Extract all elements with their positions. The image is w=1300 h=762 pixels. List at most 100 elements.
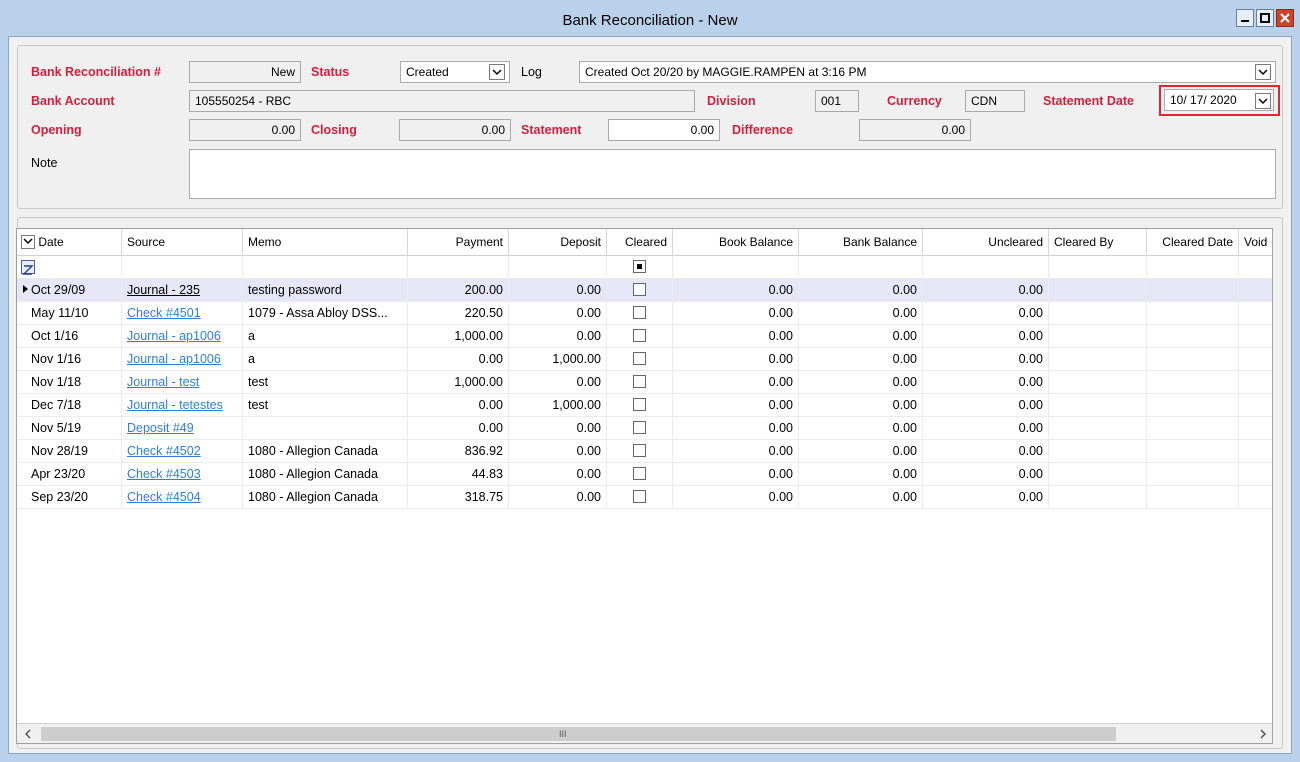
cell-cleared[interactable]	[607, 279, 673, 302]
scroll-left-arrow[interactable]	[20, 726, 36, 742]
cell-cleared[interactable]	[607, 463, 673, 486]
column-header-bank-balance[interactable]: Bank Balance	[799, 229, 923, 256]
cleared-checkbox[interactable]	[633, 467, 646, 481]
column-header-source[interactable]: Source	[122, 229, 243, 256]
table-row[interactable]: Oct 29/09 Journal - 235 testing password 20…	[17, 279, 1272, 302]
column-chooser-icon[interactable]	[21, 234, 35, 249]
table-row[interactable]: Oct 1/16 Journal - ap1006 a 1,000.00 0.00 0.0…	[17, 325, 1272, 348]
chevron-left-icon	[25, 729, 31, 739]
column-header-deposit[interactable]: Deposit	[509, 229, 607, 256]
cell-cleared-by	[1049, 394, 1147, 417]
grid-header: Date Source Memo Payment Deposit Cleared…	[17, 229, 1272, 256]
cell-book-balance: 0.00	[673, 463, 799, 486]
source-link[interactable]: Journal - ap1006	[127, 352, 221, 366]
column-header-cleared-by[interactable]: Cleared By	[1049, 229, 1147, 256]
cell-uncleared: 0.00	[923, 417, 1049, 440]
cell-cleared[interactable]	[607, 348, 673, 371]
filter-cell-bank-balance[interactable]	[799, 256, 923, 279]
filter-icon[interactable]	[21, 259, 35, 275]
cell-deposit: 1,000.00	[509, 394, 607, 417]
cell-cleared[interactable]	[607, 417, 673, 440]
cell-cleared[interactable]	[607, 302, 673, 325]
cleared-checkbox[interactable]	[633, 329, 646, 343]
cleared-checkbox[interactable]	[633, 398, 646, 412]
date-value: Dec 7/18	[31, 398, 82, 412]
date-value: May 11/10	[31, 306, 89, 320]
cell-cleared[interactable]	[607, 486, 673, 509]
cleared-checkbox[interactable]	[633, 421, 646, 435]
table-row[interactable]: Nov 28/19 Check #4502 1080 - Allegion Cana…	[17, 440, 1272, 463]
cleared-checkbox[interactable]	[633, 444, 646, 458]
filter-cell-cleared-by[interactable]	[1049, 256, 1147, 279]
source-link[interactable]: Journal - ap1006	[127, 329, 221, 343]
note-textarea[interactable]	[189, 149, 1276, 199]
maximize-button[interactable]	[1256, 9, 1274, 27]
filter-cell-cleared[interactable]	[607, 256, 673, 279]
table-row[interactable]: Nov 1/18 Journal - test test 1,000.00 0.00 0.…	[17, 371, 1272, 394]
cleared-checkbox[interactable]	[633, 306, 646, 320]
log-select[interactable]: Created Oct 20/20 by MAGGIE.RAMPEN at 3:…	[579, 61, 1276, 83]
cleared-checkbox[interactable]	[633, 375, 646, 389]
filter-cell-cleared-date[interactable]	[1147, 256, 1239, 279]
division-field: 001	[815, 90, 859, 112]
column-header-payment[interactable]: Payment	[408, 229, 509, 256]
cell-cleared[interactable]	[607, 394, 673, 417]
log-dropdown-button[interactable]	[1255, 64, 1271, 80]
cleared-checkbox[interactable]	[633, 352, 646, 366]
cell-bank-balance: 0.00	[799, 394, 923, 417]
filter-cell-deposit[interactable]	[509, 256, 607, 279]
source-link[interactable]: Journal - tetestes	[127, 398, 223, 412]
source-link[interactable]: Check #4503	[127, 467, 201, 481]
cleared-checkbox[interactable]	[633, 490, 646, 504]
filter-cell-source[interactable]	[122, 256, 243, 279]
cell-date: Nov 28/19	[17, 440, 122, 463]
scroll-thumb[interactable]: III	[41, 727, 1116, 741]
filter-cell-payment[interactable]	[408, 256, 509, 279]
cell-cleared[interactable]	[607, 325, 673, 348]
source-link[interactable]: Deposit #49	[127, 421, 194, 435]
cleared-checkbox[interactable]	[633, 283, 646, 297]
cell-cleared-date	[1147, 371, 1239, 394]
scroll-right-arrow[interactable]	[1255, 726, 1271, 742]
cell-void	[1239, 463, 1272, 486]
date-value: Oct 29/09	[31, 283, 86, 297]
filter-cell-memo[interactable]	[243, 256, 408, 279]
source-link[interactable]: Journal - 235	[127, 283, 200, 297]
cell-cleared[interactable]	[607, 371, 673, 394]
cell-cleared-date	[1147, 417, 1239, 440]
cell-memo: a	[243, 348, 408, 371]
source-link[interactable]: Check #4502	[127, 444, 201, 458]
filter-cleared-checkbox[interactable]	[633, 260, 646, 274]
column-header-void[interactable]: Void	[1239, 229, 1272, 256]
close-button[interactable]	[1276, 9, 1294, 27]
statement-date-picker-button[interactable]	[1255, 93, 1271, 109]
table-row[interactable]: Apr 23/20 Check #4503 1080 - Allegion Cana…	[17, 463, 1272, 486]
table-row[interactable]: Nov 5/19 Deposit #49 0.00 0.00 0.00 0.00 0.00	[17, 417, 1272, 440]
column-header-memo[interactable]: Memo	[243, 229, 408, 256]
status-dropdown-button[interactable]	[489, 64, 505, 80]
filter-cell-book-balance[interactable]	[673, 256, 799, 279]
source-link[interactable]: Journal - test	[127, 375, 199, 389]
cell-memo: 1080 - Allegion Canada	[243, 486, 408, 509]
column-header-book-balance[interactable]: Book Balance	[673, 229, 799, 256]
column-header-cleared[interactable]: Cleared	[607, 229, 673, 256]
table-row[interactable]: May 11/10 Check #4501 1079 - Assa Abloy DS…	[17, 302, 1272, 325]
horizontal-scrollbar[interactable]: III	[17, 723, 1272, 743]
cell-bank-balance: 0.00	[799, 371, 923, 394]
source-link[interactable]: Check #4504	[127, 490, 201, 504]
filter-cell-uncleared[interactable]	[923, 256, 1049, 279]
minimize-button[interactable]	[1236, 9, 1254, 27]
source-link[interactable]: Check #4501	[127, 306, 201, 320]
column-header-date[interactable]: Date	[17, 229, 122, 256]
cell-uncleared: 0.00	[923, 440, 1049, 463]
table-row[interactable]: Dec 7/18 Journal - tetestes test 0.00 1,000.…	[17, 394, 1272, 417]
table-row[interactable]: Sep 23/20 Check #4504 1080 - Allegion Cana…	[17, 486, 1272, 509]
date-value: Sep 23/20	[31, 490, 88, 504]
cell-cleared[interactable]	[607, 440, 673, 463]
statement-amount-input[interactable]: 0.00	[608, 119, 720, 141]
filter-cell-void[interactable]	[1239, 256, 1272, 279]
cell-book-balance: 0.00	[673, 302, 799, 325]
column-header-uncleared[interactable]: Uncleared	[923, 229, 1049, 256]
column-header-cleared-date[interactable]: Cleared Date	[1147, 229, 1239, 256]
table-row[interactable]: Nov 1/16 Journal - ap1006 a 0.00 1,000.00 0.0…	[17, 348, 1272, 371]
